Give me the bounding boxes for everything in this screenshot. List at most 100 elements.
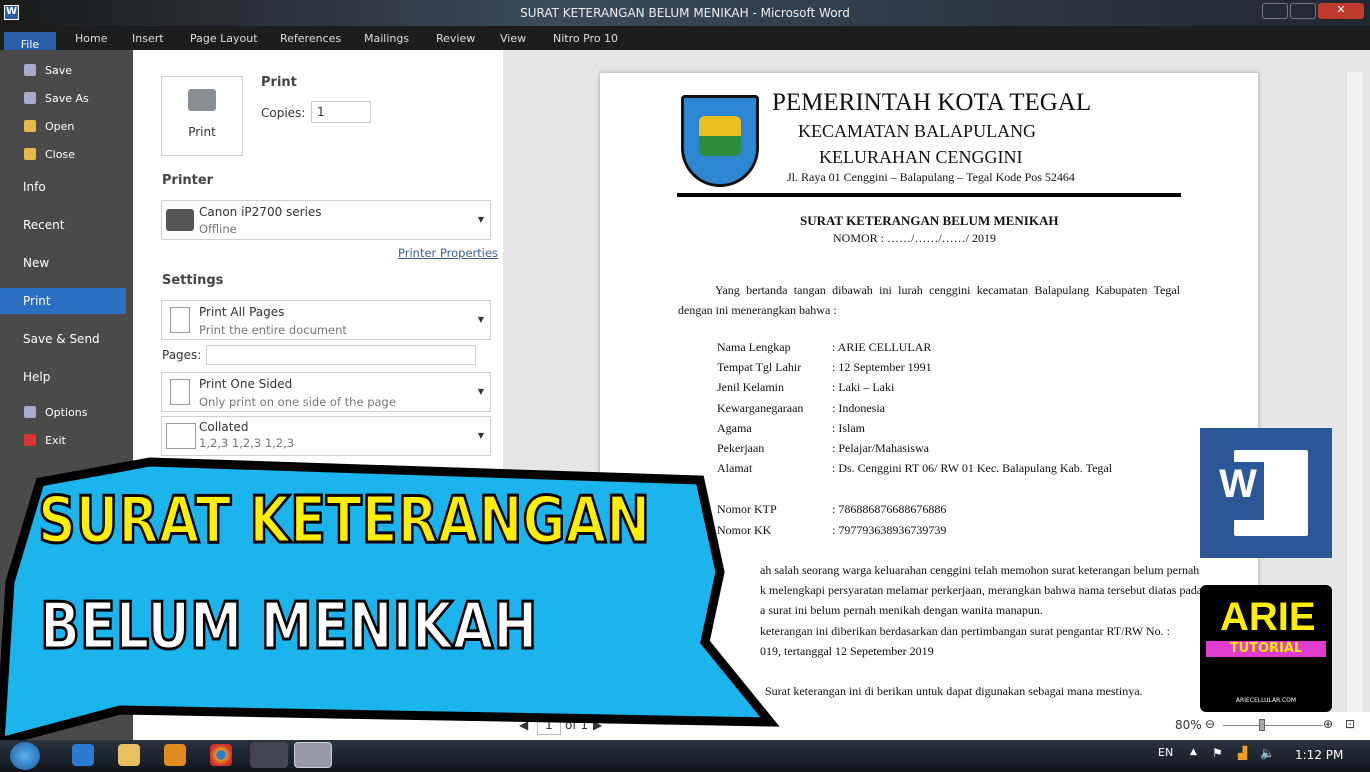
folder-close-icon [24, 148, 36, 160]
nav-options[interactable]: Options [0, 400, 133, 426]
doc-address: Jl. Raya 01 Cenggini – Balapulang – Tega… [787, 170, 1075, 184]
nav-save[interactable]: Save [0, 58, 133, 84]
field-label: Kewarganegaraan [717, 400, 804, 415]
collate-dropdown[interactable]: Collated 1,2,3 1,2,3 1,2,3 ▼ [161, 416, 491, 456]
zoom-to-page-icon[interactable]: ⊡ [1345, 717, 1355, 731]
pages-mode: Print All Pages [199, 305, 285, 319]
zoom-slider[interactable] [1223, 725, 1323, 726]
nav-new[interactable]: New [0, 250, 133, 276]
clock[interactable]: 1:12 PM [1295, 748, 1343, 762]
zoom-slider-thumb[interactable] [1259, 719, 1265, 731]
sided-desc: Only print on one side of the page [199, 395, 396, 409]
banner-title-line1: SURAT KETERANGAN [37, 483, 652, 560]
action-center-flag-icon[interactable]: ⚑ [1212, 746, 1223, 760]
nav-label: Save [45, 64, 73, 77]
media-player-icon[interactable] [164, 744, 186, 766]
nav-print[interactable]: Print [0, 288, 126, 314]
header-divider [677, 193, 1181, 197]
minimize-button[interactable] [1262, 3, 1288, 19]
tegal-coat-of-arms-logo [681, 95, 759, 187]
print-heading: Print [261, 75, 297, 90]
volume-icon[interactable]: 🔈 [1260, 746, 1275, 760]
tab-mailings[interactable]: Mailings [364, 32, 409, 45]
tab-references[interactable]: References [280, 32, 341, 45]
zoom-level[interactable]: 80% [1175, 718, 1202, 732]
field-value: : Indonesia [832, 400, 885, 415]
field-value: : Islam [832, 420, 865, 435]
printer-icon [188, 89, 216, 111]
language-indicator[interactable]: EN [1158, 746, 1173, 759]
chevron-down-icon: ▼ [477, 215, 484, 224]
field-label: Agama [717, 420, 752, 435]
maximize-button[interactable] [1290, 3, 1316, 19]
collate-icon [166, 423, 196, 449]
print-button[interactable]: Print [161, 76, 243, 156]
start-button[interactable] [10, 742, 40, 770]
field-value: : Pelajar/Mahasiswa [832, 441, 929, 455]
window-title: SURAT KETERANGAN BELUM MENIKAH - Microso… [520, 6, 850, 20]
file-explorer-icon[interactable] [118, 744, 140, 766]
save-icon [24, 64, 36, 76]
tab-page-layout[interactable]: Page Layout [190, 32, 258, 45]
doc-header-3: KELURAHAN CENGGINI [819, 147, 1023, 167]
nav-save-as[interactable]: Save As [0, 86, 133, 112]
nav-help[interactable]: Help [0, 364, 133, 390]
copies-input[interactable]: 1 [311, 101, 371, 123]
doc-paragraph: a surat ini belum pernah menikah dengan … [760, 603, 1043, 617]
field-value: : Laki – Laki [832, 380, 895, 395]
print-range-dropdown[interactable]: Print All Pages Print the entire documen… [161, 300, 491, 340]
chrome-icon[interactable] [210, 744, 232, 766]
save-as-icon [24, 92, 36, 104]
tab-nitro[interactable]: Nitro Pro 10 [553, 32, 618, 45]
nav-save-send[interactable]: Save & Send [0, 326, 133, 352]
nav-close[interactable]: Close [0, 142, 133, 168]
nav-info[interactable]: Info [0, 174, 133, 200]
chevron-down-icon: ▼ [477, 315, 484, 324]
one-sided-icon [170, 379, 190, 405]
doc-paragraph: k melengkapi persyaratan melamar perkerj… [760, 583, 1203, 597]
printer-properties-link[interactable]: Printer Properties [398, 246, 498, 260]
word-taskbar-icon[interactable] [294, 742, 332, 768]
media-app-icon[interactable] [250, 742, 288, 768]
printer-dropdown[interactable]: Canon iP2700 series Offline ▼ [161, 200, 491, 240]
exit-icon [24, 434, 36, 446]
close-button[interactable]: ✕ [1318, 3, 1364, 19]
pages-input[interactable] [206, 345, 476, 365]
settings-heading: Settings [162, 273, 224, 288]
nav-open[interactable]: Open [0, 114, 133, 140]
id-value: : 797793638936739739 [832, 522, 947, 537]
nav-exit[interactable]: Exit [0, 428, 133, 454]
zoom-out-button[interactable]: ⊖ [1205, 717, 1215, 731]
microsoft-word-logo: W [1200, 428, 1332, 558]
doc-paragraph: Surat keterangan ini di berikan untuk da… [765, 684, 1143, 698]
printer-device-icon [166, 209, 194, 231]
collate-mode: Collated [199, 420, 249, 434]
tab-review[interactable]: Review [436, 32, 475, 45]
sided-mode: Print One Sided [199, 377, 293, 391]
show-hidden-icons[interactable]: ▲ [1190, 747, 1197, 757]
banner-title-line2: BELUM MENIKAH [39, 589, 539, 666]
pages-label: Pages: [162, 348, 202, 362]
nav-recent[interactable]: Recent [0, 212, 133, 238]
network-icon[interactable]: ▟ [1238, 746, 1247, 760]
tab-view[interactable]: View [500, 32, 526, 45]
printer-name: Canon iP2700 series [199, 205, 322, 219]
arie-tutorial-logo: ARIE TUTORIAL ARIECELLULAR.COM [1200, 585, 1332, 712]
printer-heading: Printer [162, 173, 214, 188]
internet-explorer-icon[interactable] [72, 744, 94, 766]
tab-insert[interactable]: Insert [132, 32, 164, 45]
title-bar: W SURAT KETERANGAN BELUM MENIKAH - Micro… [0, 0, 1370, 26]
tab-home[interactable]: Home [75, 32, 107, 45]
folder-icon [24, 120, 36, 132]
field-value: : 12 September 1991 [832, 360, 932, 375]
id-value: : 786886876688676886 [832, 502, 947, 516]
field-label: Jenil Kelamin [717, 380, 784, 395]
zoom-in-button[interactable]: ⊕ [1323, 717, 1333, 731]
chevron-down-icon: ▼ [477, 387, 484, 396]
doc-paragraph: keterangan ini diberikan berdasarkan dan… [760, 624, 1170, 638]
sided-dropdown[interactable]: Print One Sided Only print on one side o… [161, 372, 491, 412]
vertical-scrollbar[interactable] [1346, 72, 1363, 712]
taskbar: EN ▲ ⚑ ▟ 🔈 1:12 PM [0, 740, 1370, 772]
ribbon-tabs: File Home Insert Page Layout References … [0, 26, 1370, 56]
options-icon [24, 406, 36, 418]
